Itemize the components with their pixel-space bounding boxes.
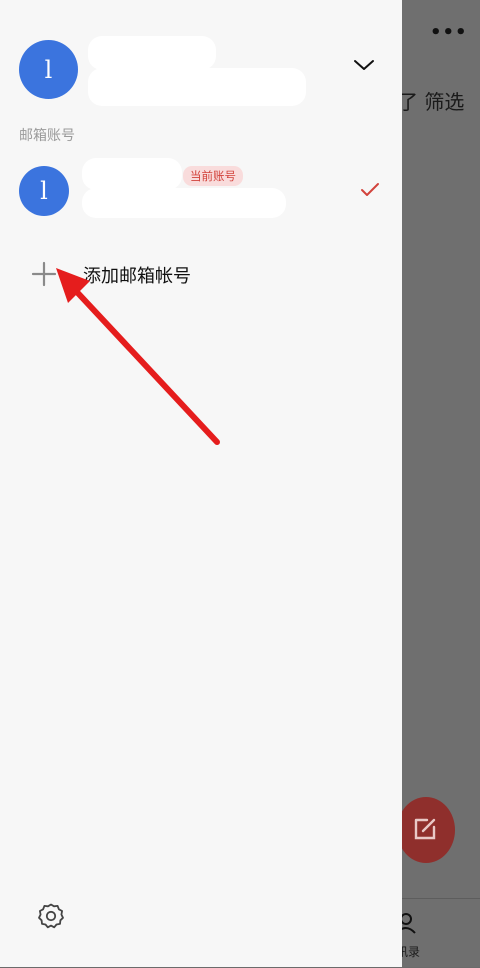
- gear-icon[interactable]: [37, 902, 65, 930]
- add-account-label: 添加邮箱帐号: [83, 266, 191, 287]
- redacted-account-name: [88, 36, 216, 70]
- redacted-account-email: [82, 188, 286, 218]
- account-avatar: l: [19, 166, 69, 216]
- plus-icon: [31, 261, 57, 287]
- section-title: 邮箱账号: [19, 128, 75, 144]
- checkmark-icon: [361, 183, 379, 196]
- bottom-nav: 讯录: [396, 898, 480, 968]
- add-account-button[interactable]: 添加邮箱帐号: [20, 252, 380, 296]
- account-drawer: l 邮箱账号 l 当前账号 添加邮箱帐号: [0, 0, 402, 967]
- primary-avatar[interactable]: l: [19, 40, 78, 99]
- chevron-down-icon[interactable]: [353, 58, 375, 72]
- redacted-account-email: [88, 68, 306, 106]
- compose-button[interactable]: [397, 797, 455, 863]
- redacted-account-name: [82, 158, 182, 190]
- current-account-badge: 当前账号: [183, 166, 243, 186]
- more-horizontal-icon[interactable]: •••: [430, 22, 468, 43]
- filter-text[interactable]: 了 筛选: [398, 86, 464, 115]
- compose-icon: [414, 818, 436, 840]
- contacts-icon[interactable]: [402, 911, 416, 939]
